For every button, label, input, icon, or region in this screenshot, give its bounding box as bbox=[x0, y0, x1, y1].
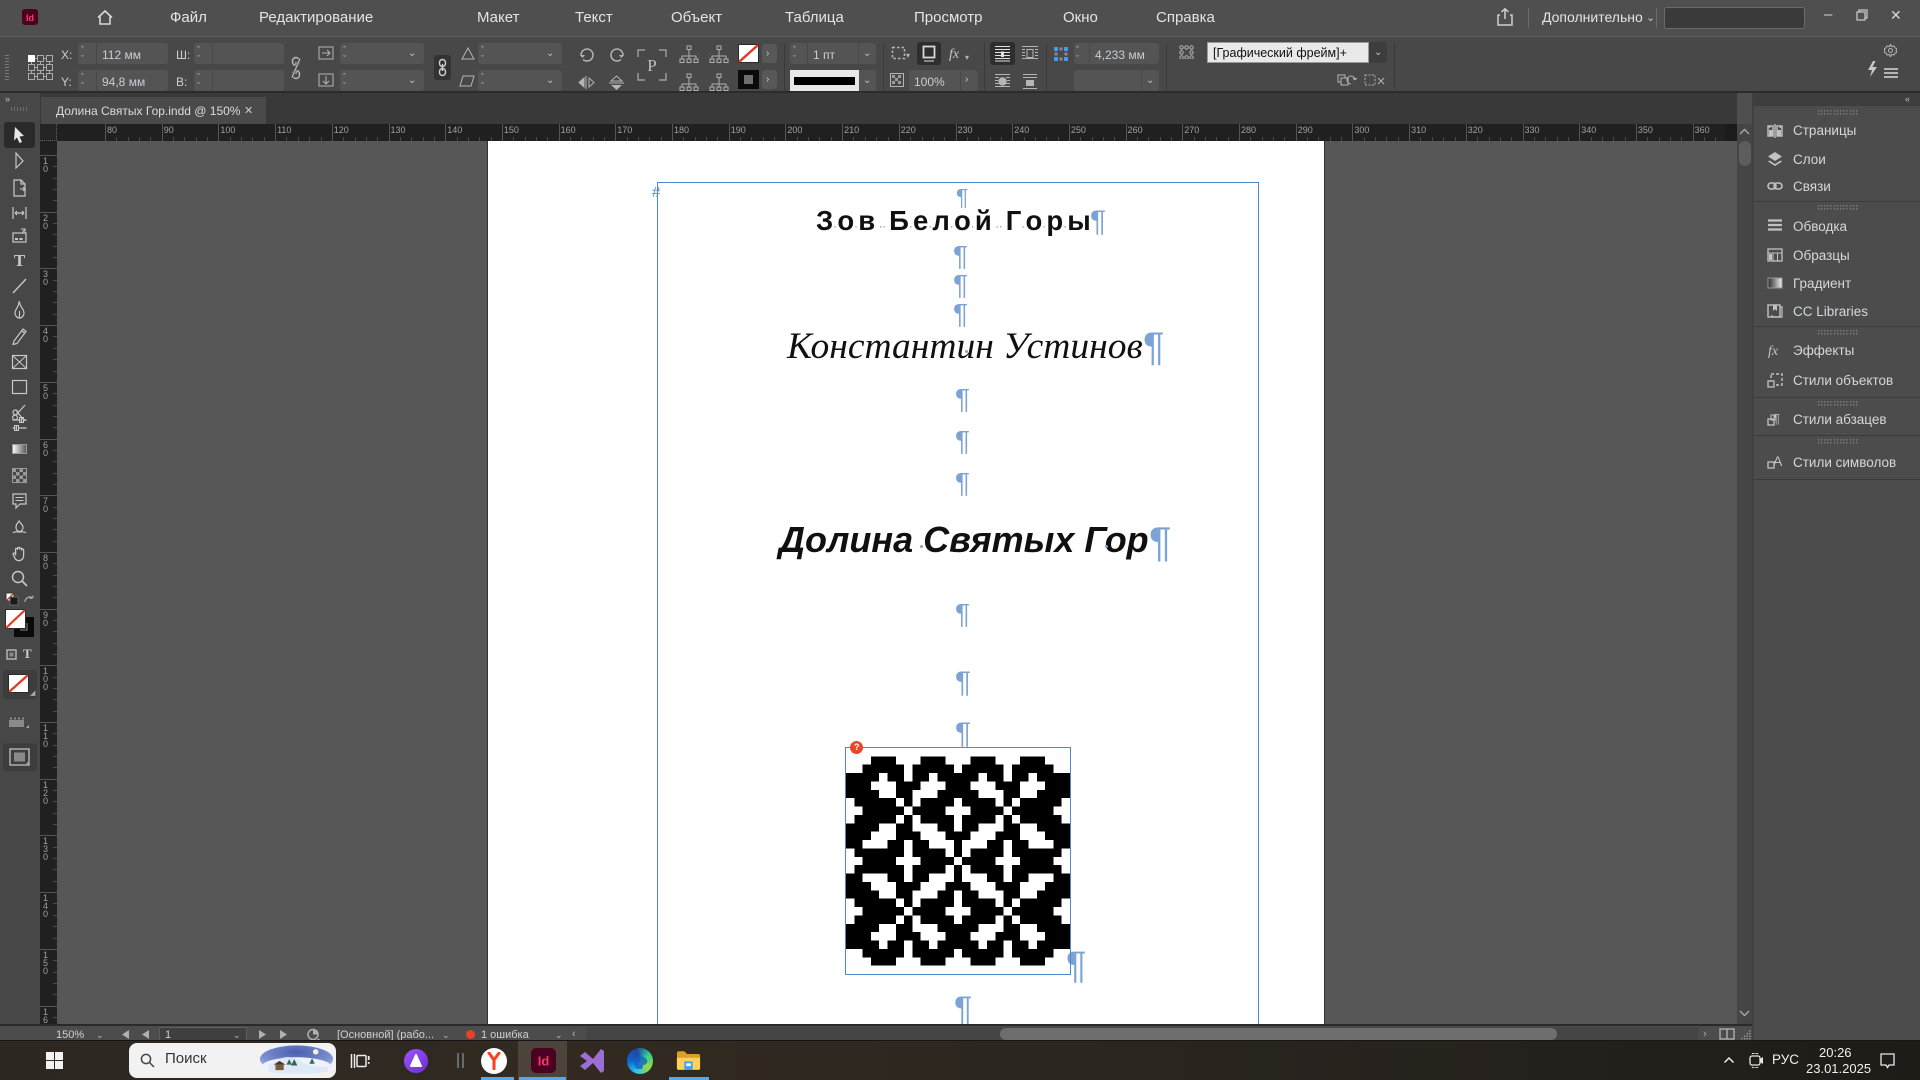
svg-text:P: P bbox=[647, 56, 656, 75]
svg-text:T: T bbox=[14, 251, 26, 269]
svg-text:fx: fx bbox=[1768, 344, 1779, 358]
svg-text:Id: Id bbox=[26, 13, 34, 23]
svg-text:Id: Id bbox=[538, 1054, 550, 1069]
